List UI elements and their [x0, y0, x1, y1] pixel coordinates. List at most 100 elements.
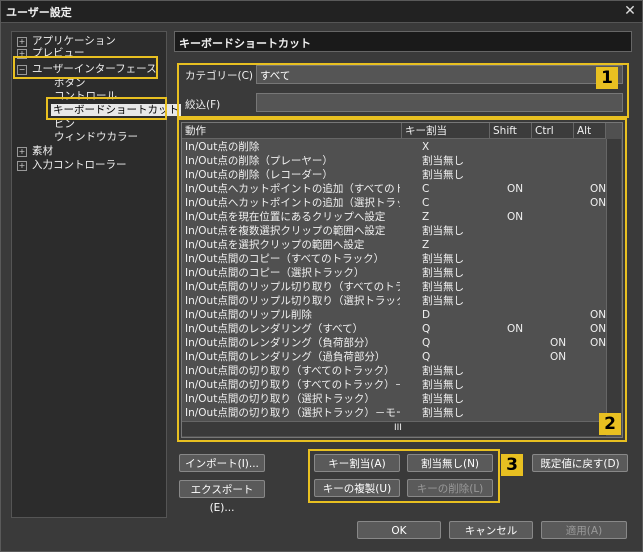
- table-cell: Q: [422, 323, 431, 335]
- column-shift[interactable]: Shift: [490, 123, 532, 139]
- restore-defaults-button[interactable]: 既定値に戻す(D): [532, 454, 628, 472]
- table-row[interactable]: In/Out点の削除（プレーヤー） 割当無し: [182, 154, 606, 168]
- panel-title: キーボードショートカット: [179, 37, 311, 50]
- callout-2: 2: [599, 413, 621, 435]
- table-row[interactable]: In/Out点間のリップル切り取り（選択トラック） 割当無し: [182, 294, 606, 308]
- table-row[interactable]: In/Out点間のレンダリング（すべて） Q ON ON: [182, 322, 606, 336]
- panel-header: キーボードショートカット: [174, 31, 632, 52]
- table-cell: ON: [550, 351, 567, 363]
- table-cell: In/Out点間のレンダリング（すべて）: [185, 323, 364, 335]
- table-cell: In/Out点間の切り取り（選択トラック）－モー...: [185, 407, 400, 419]
- table-cell: In/Out点間のレンダリング（過負荷部分）: [185, 351, 386, 363]
- table-cell: ON: [550, 337, 567, 349]
- export-button[interactable]: エクスポート(E)...: [179, 480, 265, 514]
- table-row[interactable]: In/Out点へカットポイントの追加（すべてのトラ...CONON: [182, 182, 606, 196]
- category-dropdown[interactable]: すべて: [256, 65, 623, 84]
- table-cell: ON: [507, 211, 524, 223]
- category-label: カテゴリー(C): [185, 70, 254, 82]
- table-cell: In/Out点を複数選択クリップの範囲へ設定: [185, 225, 386, 237]
- scroll-grip: III: [394, 423, 402, 433]
- table-row[interactable]: In/Out点を選択クリップの範囲へ設定 Z: [182, 238, 606, 252]
- table-cell: In/Out点の削除（プレーヤー）: [185, 155, 333, 167]
- table-cell: In/Out点間のコピー（すべてのトラック）: [185, 253, 385, 265]
- table-row[interactable]: In/Out点間のコピー（すべてのトラック） 割当無し: [182, 252, 606, 266]
- table-row[interactable]: In/Out点間のレンダリング（負荷部分） Q ON ON: [182, 336, 606, 350]
- delete-key-button[interactable]: キーの削除(L): [407, 479, 493, 497]
- table-row[interactable]: In/Out点間の切り取り（選択トラック）－モー... 割当無し: [182, 406, 606, 420]
- window-title: ユーザー設定: [6, 6, 72, 19]
- table-cell: 割当無し: [422, 393, 464, 405]
- ok-button[interactable]: OK: [357, 521, 441, 539]
- table-cell: In/Out点を現在位置にあるクリップへ設定: [185, 211, 386, 223]
- tree-item-application[interactable]: アプリケーション: [32, 35, 116, 47]
- table-cell: C: [422, 183, 430, 195]
- table-row[interactable]: In/Out点間の切り取り（すべてのトラック） 割当無し: [182, 364, 606, 378]
- table-row[interactable]: In/Out点へカットポイントの追加（選択トラック）CON: [182, 196, 606, 210]
- table-row[interactable]: In/Out点を複数選択クリップの範囲へ設定 割当無し: [182, 224, 606, 238]
- table-cell: In/Out点間のリップル削除: [185, 309, 312, 321]
- callout-1: 1: [596, 67, 618, 89]
- highlight-box: [46, 97, 167, 120]
- table-row[interactable]: In/Out点間のリップル切り取り（すべてのトラッ... 割当無し: [182, 280, 606, 294]
- close-icon[interactable]: ✕: [622, 3, 638, 19]
- horizontal-scrollbar[interactable]: III: [182, 421, 606, 436]
- vertical-scrollbar[interactable]: [606, 139, 621, 422]
- expand-icon[interactable]: +: [17, 161, 27, 171]
- table-cell: X: [422, 141, 430, 153]
- tree-item-input-controllers[interactable]: 入力コントローラー: [32, 159, 127, 171]
- table-cell: Q: [422, 351, 431, 363]
- column-ctrl[interactable]: Ctrl: [532, 123, 574, 139]
- table-cell: Z: [422, 211, 430, 223]
- table-row[interactable]: In/Out点間の切り取り（選択トラック） 割当無し: [182, 392, 606, 406]
- callout-3: 3: [501, 454, 523, 476]
- category-value: すべて: [260, 70, 291, 82]
- table-cell: 割当無し: [422, 407, 464, 419]
- table-cell: 割当無し: [422, 281, 464, 293]
- assign-key-button[interactable]: キー割当(A): [314, 454, 400, 472]
- table-row[interactable]: In/Out点間のコピー（選択トラック） 割当無し: [182, 266, 606, 280]
- table-row[interactable]: In/Out点の削除 X: [182, 140, 606, 154]
- table-cell: In/Out点間のリップル切り取り（選択トラック）: [185, 295, 400, 307]
- expand-icon[interactable]: +: [17, 147, 27, 157]
- table-row[interactable]: In/Out点の削除（レコーダー） 割当無し: [182, 168, 606, 182]
- narrow-input[interactable]: [256, 93, 623, 112]
- narrow-label: 絞込(F): [185, 99, 221, 111]
- duplicate-key-button[interactable]: キーの複製(U): [314, 479, 400, 497]
- table-cell: 割当無し: [422, 295, 464, 307]
- table-cell: 割当無し: [422, 155, 464, 167]
- table-cell: In/Out点間のコピー（選択トラック）: [185, 267, 365, 279]
- unassign-button[interactable]: 割当無し(N): [407, 454, 493, 472]
- table-cell: 割当無し: [422, 267, 464, 279]
- table-row[interactable]: In/Out点間のレンダリング（過負荷部分） Q ON: [182, 350, 606, 364]
- table-row[interactable]: In/Out点間のリップル削除 D ON: [182, 308, 606, 322]
- column-key[interactable]: キー割当: [402, 123, 490, 139]
- table-cell: In/Out点の削除: [185, 141, 260, 153]
- table-cell: In/Out点へカットポイントの追加（選択トラック）: [185, 197, 400, 209]
- table-cell: In/Out点間のリップル切り取り（すべてのトラッ...: [185, 281, 400, 293]
- table-cell: In/Out点へカットポイントの追加（すべてのトラ...: [185, 183, 400, 195]
- table-cell: ON: [507, 323, 524, 335]
- table-cell: In/Out点間のレンダリング（負荷部分）: [185, 337, 375, 349]
- table-cell: ON: [507, 183, 524, 195]
- table-cell: C: [422, 197, 430, 209]
- shortcut-table: 動作 キー割当 Shift Ctrl Alt In/Out点の削除 X In/Out…: [181, 122, 623, 438]
- column-alt[interactable]: Alt: [574, 123, 606, 139]
- column-action[interactable]: 動作: [182, 123, 402, 139]
- tree-item-clips[interactable]: 素材: [32, 145, 53, 157]
- table-cell: 割当無し: [422, 253, 464, 265]
- import-button[interactable]: インポート(I)...: [179, 454, 265, 472]
- table-cell: In/Out点を選択クリップの範囲へ設定: [185, 239, 365, 251]
- table-cell: 割当無し: [422, 225, 464, 237]
- table-cell: In/Out点間の切り取り（選択トラック）: [185, 393, 375, 405]
- table-cell: 割当無し: [422, 169, 464, 181]
- expand-icon[interactable]: +: [17, 37, 27, 47]
- table-cell: Z: [422, 239, 430, 251]
- table-row[interactable]: In/Out点を現在位置にあるクリップへ設定 Z ON: [182, 210, 606, 224]
- table-cell: D: [422, 309, 431, 321]
- apply-button[interactable]: 適用(A): [541, 521, 627, 539]
- table-row[interactable]: In/Out点間の切り取り（すべてのトラック）－モ... 割当無し: [182, 378, 606, 392]
- table-cell: In/Out点の削除（レコーダー）: [185, 169, 333, 181]
- tree-item-window-color[interactable]: ウィンドウカラー: [54, 131, 138, 143]
- cancel-button[interactable]: キャンセル: [449, 521, 533, 539]
- settings-window: ユーザー設定 ✕ + アプリケーション + プレビュー − ユーザーインターフェ…: [0, 0, 643, 552]
